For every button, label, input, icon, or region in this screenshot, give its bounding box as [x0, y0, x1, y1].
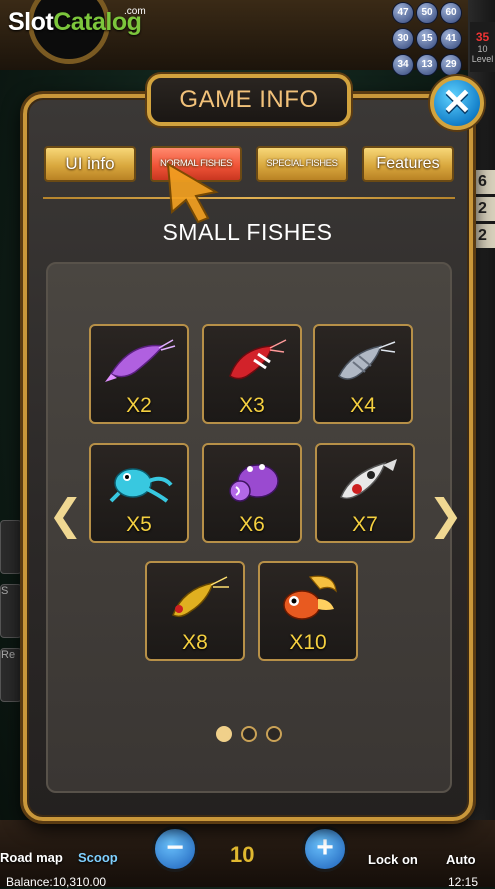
ball: 13: [416, 54, 438, 76]
ball: 50: [416, 2, 438, 24]
pointer-cursor-icon: [166, 162, 219, 224]
fish-tile: X3: [202, 324, 302, 424]
fish-multiplier: X7: [352, 513, 378, 536]
ball: 34: [392, 54, 414, 76]
level-number: 35: [475, 30, 490, 44]
fish-tile: X8: [145, 561, 245, 661]
purple-shrimp-icon: [105, 339, 176, 382]
fish-multiplier: X4: [350, 394, 376, 417]
dialog-title: GAME INFO: [147, 74, 351, 126]
prev-page-button[interactable]: ❮: [48, 490, 83, 539]
fish-multiplier: X6: [239, 513, 265, 536]
left-panel: S Re: [0, 520, 22, 840]
ball: 15: [416, 28, 438, 50]
fish-multiplier: X8: [182, 631, 208, 654]
fish-multiplier: X2: [126, 394, 152, 417]
close-button[interactable]: ✕: [430, 76, 484, 130]
fish-multiplier: X5: [126, 513, 152, 536]
cyan-frog-icon: [109, 468, 173, 503]
watermark-logo: SlotCatalog: [8, 8, 142, 36]
fish-tile: X10: [258, 561, 358, 661]
side-number: 6: [470, 170, 495, 194]
lock-on-button[interactable]: Lock on: [368, 852, 418, 867]
ball: 60: [440, 2, 462, 24]
bet-increase-button[interactable]: +: [302, 826, 348, 872]
side-number: 2: [470, 197, 495, 221]
red-shrimp-icon: [229, 339, 287, 380]
left-slot: [0, 520, 22, 574]
left-slot: Re: [0, 648, 22, 702]
left-slot: S: [0, 584, 22, 638]
ball: 41: [440, 28, 462, 50]
fish-tile: X7: [315, 443, 415, 543]
fish-tile: X5: [89, 443, 189, 543]
goldfish-icon: [283, 575, 337, 620]
fish-tile: X6: [202, 443, 302, 543]
level-label: 10 Level: [471, 44, 494, 64]
tab-ui-info[interactable]: UI info: [44, 146, 136, 182]
purple-crab-icon: [229, 464, 279, 502]
watermark-domain: .com: [124, 6, 146, 17]
section-title: SMALL FISHES: [162, 219, 333, 245]
road-map-button[interactable]: Road map: [0, 850, 63, 865]
auto-button[interactable]: Auto: [446, 852, 476, 867]
scoop-button[interactable]: Scoop: [78, 850, 118, 865]
close-icon: ✕: [441, 81, 473, 122]
bet-value: 10: [230, 842, 255, 867]
fish-tile: X2: [89, 324, 189, 424]
ball: 47: [392, 2, 414, 24]
page-dot-2[interactable]: [241, 726, 257, 742]
page-dot-3[interactable]: [266, 726, 282, 742]
bet-decrease-button[interactable]: −: [152, 826, 198, 872]
next-page-button[interactable]: ❯: [428, 490, 463, 539]
fish-multiplier: X3: [239, 394, 265, 417]
silver-fish-icon: [338, 341, 396, 380]
golden-shrimp-icon: [172, 576, 229, 618]
ball: 30: [392, 28, 414, 50]
koi-fish-icon: [340, 459, 397, 500]
ball: 29: [440, 54, 462, 76]
level-indicator: 35 10 Level: [470, 22, 495, 72]
page-dot-1[interactable]: [216, 726, 232, 742]
tab-special-fishes[interactable]: SPECIAL FISHES: [256, 146, 348, 182]
divider: [43, 197, 455, 199]
fish-multiplier: X10: [289, 631, 327, 654]
fish-tile: X4: [313, 324, 413, 424]
tab-features[interactable]: Features: [362, 146, 454, 182]
